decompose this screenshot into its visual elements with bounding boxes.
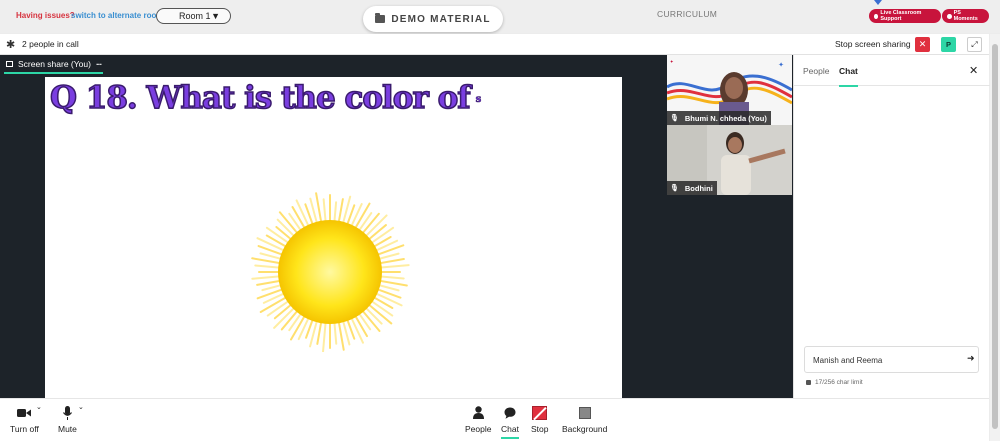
char-limit: 17/256 char limit xyxy=(806,379,863,386)
participant-name: Bodhini xyxy=(684,183,713,193)
chat-input[interactable]: Manish and Reema ➜ xyxy=(804,346,979,373)
live-support-button[interactable]: Live Classroom Support xyxy=(869,9,941,23)
avatar[interactable]: P xyxy=(941,37,956,52)
tab-people[interactable]: People xyxy=(803,66,829,76)
chevron-down-icon[interactable]: ⌄ xyxy=(78,403,84,411)
curriculum-link[interactable]: CURRICULUM xyxy=(657,9,717,19)
background-button[interactable]: Background xyxy=(562,405,607,434)
shared-slide: Q 18. What is the color of s xyxy=(45,77,622,398)
participant-name-label: 🎙 Bhumi N. chheda (You) xyxy=(667,111,771,125)
call-header: ✱ 2 people in call Stop screen sharing ✕… xyxy=(0,34,989,55)
lock-icon xyxy=(806,380,811,385)
microphone-icon xyxy=(62,405,72,420)
caret-down-icon: ▼ xyxy=(211,11,220,21)
top-bar: Having issues? switch to alternate room … xyxy=(0,0,1000,33)
chat-tabs: People Chat ✕ xyxy=(794,55,990,87)
screen-share-label: Screen share (You) xyxy=(18,59,91,69)
ps-moments-label: PS Moments xyxy=(953,10,978,22)
background-label: Background xyxy=(562,424,608,434)
background-icon xyxy=(578,405,591,420)
call-controls: Turn off ⌄ Mute ⌄ People Chat Stop Backg… xyxy=(0,398,989,441)
chat-label: Chat xyxy=(501,424,519,434)
tab-chat[interactable]: Chat xyxy=(839,66,858,87)
slide-question-text: Q 18. What is the color of xyxy=(49,79,471,117)
mic-icon: 🎙 xyxy=(670,185,679,192)
sparkle-icon: ✦ xyxy=(778,62,784,69)
turn-off-label: Turn off xyxy=(10,424,39,434)
sun-image xyxy=(251,192,410,352)
participant-tiles: ✦ ✦ 🎙 Bhumi N. chheda (You) 🎙 Bodhini xyxy=(667,55,792,195)
slide-question-tail: s xyxy=(475,94,481,106)
live-support-label: Live Classroom Support xyxy=(880,10,922,22)
stop-screen-sharing-button[interactable]: Stop screen sharing xyxy=(835,39,911,49)
folder-icon xyxy=(375,13,386,23)
people-label: People xyxy=(465,424,492,434)
brand-logo: ✦ xyxy=(670,59,674,64)
close-icon[interactable]: ✕ xyxy=(915,37,930,52)
monitor-icon xyxy=(6,61,13,67)
participant-name-label: 🎙 Bodhini xyxy=(667,181,717,195)
alternate-room-link[interactable]: switch to alternate room xyxy=(71,11,163,20)
participant-tile[interactable]: 🎙 Bodhini xyxy=(667,125,792,195)
char-limit-text: 17/256 char limit xyxy=(815,379,863,386)
stop-share-icon xyxy=(532,405,548,420)
ps-moments-button[interactable]: PS Moments xyxy=(942,9,989,23)
issues-text: Having issues? xyxy=(16,11,75,20)
chat-panel: People Chat ✕ Manish and Reema ➜ 17/256 … xyxy=(793,55,990,398)
moments-icon xyxy=(947,13,952,19)
send-icon[interactable]: ➜ xyxy=(967,353,975,364)
participant-tile[interactable]: ✦ ✦ 🎙 Bhumi N. chheda (You) xyxy=(667,55,792,125)
chat-bubble-icon xyxy=(504,405,516,420)
screen-share-tab[interactable]: Screen share (You) ··· xyxy=(4,58,104,74)
gear-icon[interactable]: ✱ xyxy=(6,38,15,51)
person-icon xyxy=(472,405,484,420)
page-scrollbar[interactable] xyxy=(990,34,1000,441)
room-select-value: Room 1 xyxy=(179,11,211,21)
support-icon xyxy=(874,13,879,19)
demo-material-label: DEMO MATERIAL xyxy=(391,13,491,25)
turn-off-camera-button[interactable]: Turn off xyxy=(10,405,39,434)
video-camera-icon xyxy=(17,405,32,420)
chat-input-value: Manish and Reema xyxy=(813,356,883,365)
mute-label: Mute xyxy=(58,424,77,434)
chevron-down-icon[interactable]: ⌄ xyxy=(36,403,42,411)
expand-icon[interactable]: ⤢ xyxy=(967,37,982,52)
people-in-call: 2 people in call xyxy=(22,39,79,49)
pointer-marker-icon xyxy=(874,0,882,5)
stop-share-button[interactable]: Stop xyxy=(531,405,549,434)
stop-label: Stop xyxy=(531,424,549,434)
demo-material-button[interactable]: DEMO MATERIAL xyxy=(363,6,503,32)
chat-button[interactable]: Chat xyxy=(501,405,519,439)
mic-icon: 🎙 xyxy=(670,115,679,122)
participant-name: Bhumi N. chheda (You) xyxy=(684,113,767,123)
scrollbar-thumb[interactable] xyxy=(992,44,998,429)
people-button[interactable]: People xyxy=(465,405,491,434)
more-options-icon[interactable]: ··· xyxy=(96,59,102,69)
slide-question: Q 18. What is the color of s xyxy=(49,79,481,117)
mute-button[interactable]: Mute xyxy=(58,405,77,434)
close-icon[interactable]: ✕ xyxy=(969,64,978,77)
room-select[interactable]: Room 1 ▼ xyxy=(156,8,231,24)
